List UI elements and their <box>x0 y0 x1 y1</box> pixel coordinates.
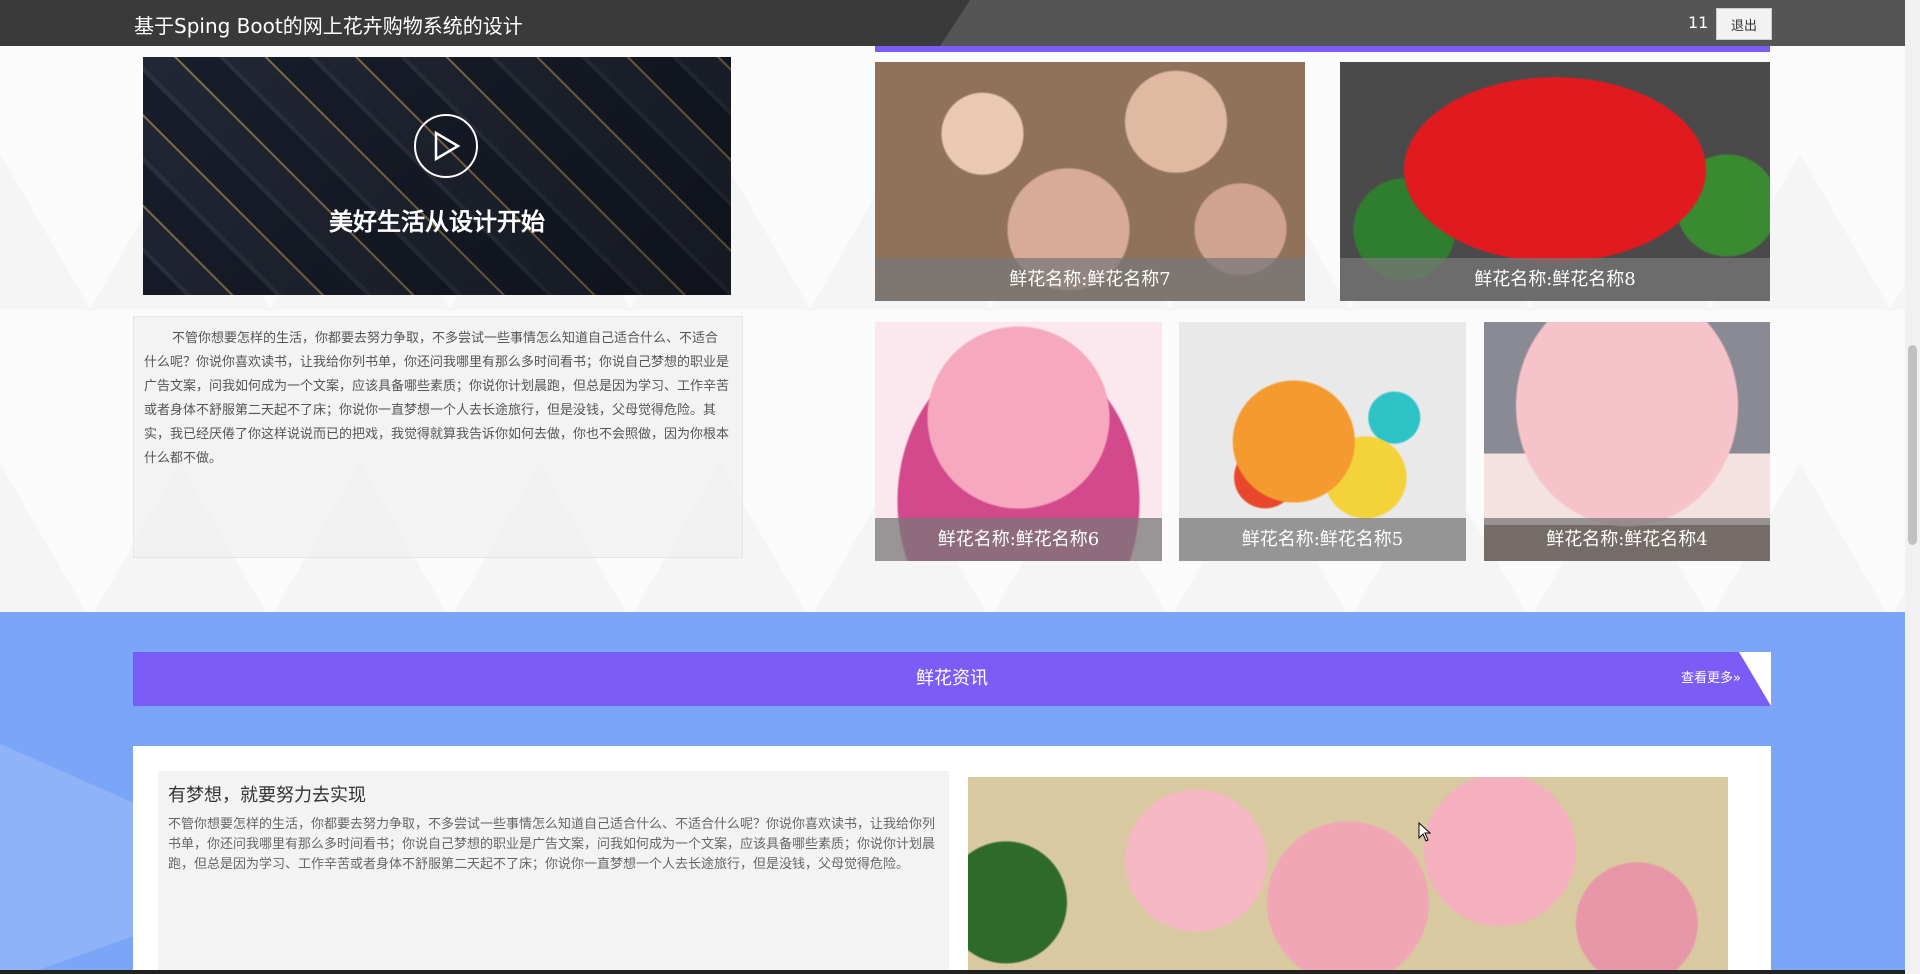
intro-card: 不管你想要怎样的生活，你都要去努力争取，不多尝试一些事情怎么知道自己适合什么、不… <box>133 316 743 558</box>
logout-button[interactable]: 退出 <box>1716 8 1772 40</box>
flower-name[interactable]: 鲜花名称:鲜花名称4 <box>1484 518 1770 561</box>
news-section-title: 鲜花资讯 <box>916 668 988 689</box>
news-headline[interactable]: 有梦想，就要努力去实现 <box>168 781 366 807</box>
mouse-cursor-icon <box>1418 821 1432 846</box>
flower-name[interactable]: 鲜花名称:鲜花名称7 <box>875 258 1305 301</box>
flower-card[interactable]: 鲜花名称:鲜花名称6 <box>875 322 1162 561</box>
view-more-link[interactable]: 查看更多» <box>1681 652 1741 706</box>
intro-text: 不管你想要怎样的生活，你都要去努力争取，不多尝试一些事情怎么知道自己适合什么、不… <box>144 331 730 466</box>
news-text-panel: 有梦想，就要努力去实现 不管你想要怎样的生活，你都要去努力争取，不多尝试一些事情… <box>158 771 949 970</box>
news-summary: 不管你想要怎样的生活，你都要去努力争取，不多尝试一些事情怎么知道自己适合什么、不… <box>168 817 936 872</box>
flower-name[interactable]: 鲜花名称:鲜花名称6 <box>875 518 1162 561</box>
flower-name[interactable]: 鲜花名称:鲜花名称8 <box>1340 258 1770 301</box>
flower-name[interactable]: 鲜花名称:鲜花名称5 <box>1179 518 1466 561</box>
promo-video[interactable]: 美好生活从设计开始 <box>143 57 731 295</box>
user-id-label: 11 <box>1688 13 1709 32</box>
app-title: 基于Sping Boot的网上花卉购物系统的设计 <box>134 14 523 38</box>
flower-card[interactable]: 鲜花名称:鲜花名称4 <box>1484 322 1770 561</box>
flower-card[interactable]: 鲜花名称:鲜花名称5 <box>1179 322 1466 561</box>
news-section: 鲜花资讯 查看更多» 有梦想，就要努力去实现 不管你想要怎样的生活，你都要去努力… <box>0 612 1905 970</box>
scrollbar-thumb[interactable] <box>1908 345 1917 545</box>
page-bottom-line <box>0 970 1905 974</box>
top-navbar: 基于Sping Boot的网上花卉购物系统的设计 11 退出 <box>0 0 1905 46</box>
news-header: 鲜花资讯 查看更多» <box>133 652 1771 706</box>
flower-card[interactable]: 鲜花名称:鲜花名称7 <box>875 62 1305 301</box>
play-icon[interactable] <box>414 114 478 178</box>
flower-card[interactable]: 鲜花名称:鲜花名称8 <box>1340 62 1770 301</box>
news-image[interactable] <box>968 777 1728 970</box>
video-caption: 美好生活从设计开始 <box>329 208 545 236</box>
news-item[interactable]: 有梦想，就要努力去实现 不管你想要怎样的生活，你都要去努力争取，不多尝试一些事情… <box>133 746 1771 970</box>
